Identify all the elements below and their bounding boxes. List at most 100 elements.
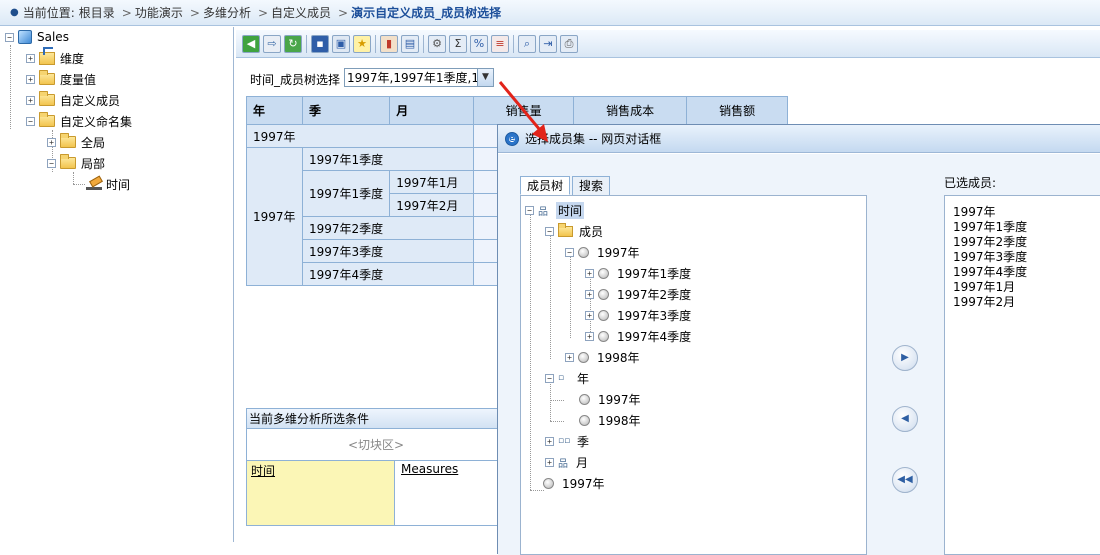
table-icon[interactable]: ▤ <box>401 34 419 53</box>
breadcrumb-item-custom-member[interactable]: 自定义成员 <box>271 4 331 21</box>
member-node-1997-bottom[interactable]: 1997年 <box>543 473 605 493</box>
level-node-year[interactable]: − ▫ 年 <box>545 368 589 388</box>
row-header-quarter[interactable]: 1997年3季度 <box>301 239 475 263</box>
expand-icon[interactable]: + <box>545 436 554 446</box>
expand-icon[interactable]: + <box>545 457 554 467</box>
member-node-quarter[interactable]: + 1997年1季度 <box>585 263 691 283</box>
member-node-time[interactable]: − 时间 <box>525 200 585 220</box>
tab-member-tree[interactable]: 成员树 <box>520 176 571 195</box>
row-header-year-total[interactable]: 1997年 <box>245 124 475 148</box>
favorite-icon[interactable]: ★ <box>353 34 371 53</box>
member-node-1998[interactable]: + 1998年 <box>565 347 640 367</box>
row-header-quarter[interactable]: 1997年4季度 <box>301 262 475 286</box>
tab-search[interactable]: 搜索 <box>572 176 611 195</box>
tree-node-sales[interactable]: − Sales <box>5 27 69 47</box>
collapse-icon[interactable]: − <box>26 116 35 126</box>
list-item[interactable]: 1997年2月 <box>953 295 1100 310</box>
print-icon[interactable]: ⎙ <box>560 34 578 53</box>
member-icon <box>579 393 590 405</box>
row-header-quarter[interactable]: 1997年1季度 <box>301 170 391 217</box>
tree-node-custom-members[interactable]: + 自定义成员 <box>26 90 120 110</box>
save-as-icon[interactable]: ▣ <box>332 34 350 53</box>
chevron-down-icon[interactable]: ▼ <box>477 69 493 86</box>
axis-link-time[interactable]: 时间 <box>251 464 275 478</box>
axis-zone-time[interactable]: 时间 <box>247 461 395 525</box>
axis-link-measures[interactable]: Measures <box>401 462 458 476</box>
collapse-icon[interactable]: − <box>525 205 534 215</box>
save-icon[interactable]: ▪ <box>311 34 329 53</box>
list-item[interactable]: 1997年1月 <box>953 280 1100 295</box>
add-member-button[interactable]: ▶ <box>892 345 918 371</box>
member-node-1997[interactable]: − 1997年 <box>565 242 640 262</box>
list-item[interactable]: 1997年1季度 <box>953 220 1100 235</box>
row-header-quarter[interactable]: 1997年1季度 <box>301 147 475 171</box>
row-header-quarter[interactable]: 1997年2季度 <box>301 216 475 240</box>
member-node-members[interactable]: − 成员 <box>545 221 603 241</box>
breadcrumb-item-demo[interactable]: 功能演示 <box>135 4 183 21</box>
tree-node-local[interactable]: − 局部 <box>47 153 105 173</box>
expand-icon[interactable]: + <box>26 53 35 63</box>
axis-zone-measures[interactable]: Measures <box>395 461 505 525</box>
sum-icon[interactable]: Σ <box>449 34 467 53</box>
expand-icon[interactable]: + <box>585 310 594 320</box>
level-node-quarter[interactable]: + ▫▫ 季 <box>545 431 589 451</box>
expand-icon[interactable]: + <box>565 352 574 362</box>
tree-node-measures[interactable]: + 度量值 <box>26 69 96 89</box>
member-node-quarter[interactable]: + 1997年4季度 <box>585 326 691 346</box>
header-sales-amount[interactable]: 销售额 <box>686 96 789 125</box>
tree-node-global[interactable]: + 全局 <box>47 132 105 152</box>
row-header-month[interactable]: 1997年2月 <box>389 193 475 217</box>
dialog-titlebar[interactable]: e 选择成员集 -- 网页对话框 <box>498 125 1100 153</box>
settings-icon[interactable]: ⚙ <box>428 34 446 53</box>
collapse-icon[interactable]: − <box>5 32 14 42</box>
member-node-quarter[interactable]: + 1997年2季度 <box>585 284 691 304</box>
list-item[interactable]: 1997年3季度 <box>953 250 1100 265</box>
expand-icon[interactable]: + <box>26 74 35 84</box>
remove-member-button[interactable]: ◀ <box>892 406 918 432</box>
export-icon[interactable]: ⇥ <box>539 34 557 53</box>
collapse-icon[interactable]: − <box>47 158 56 168</box>
row-header-month[interactable]: 1997年1月 <box>389 170 475 194</box>
header-quarter[interactable]: 季 <box>301 96 391 125</box>
collapse-icon[interactable]: − <box>545 226 554 236</box>
member-node-quarter[interactable]: + 1997年3季度 <box>585 305 691 325</box>
member-node-level-year[interactable]: 1997年 <box>579 389 641 409</box>
slice-zone[interactable]: <切块区> <box>247 429 505 461</box>
expand-icon[interactable]: + <box>585 289 594 299</box>
row-header-year[interactable]: 1997年 <box>246 147 303 286</box>
time-select-value: 1997年,1997年1季度,19 <box>347 71 477 85</box>
list-item[interactable]: 1997年4季度 <box>953 265 1100 280</box>
member-label: 1997年 <box>597 245 640 260</box>
member-node-level-year[interactable]: 1998年 <box>579 410 641 430</box>
calculate-icon[interactable]: % <box>470 34 488 53</box>
tree-node-time-set[interactable]: 时间 <box>86 174 130 194</box>
filter-icon[interactable]: ≡ <box>491 34 509 53</box>
breadcrumb-separator: > <box>189 5 200 20</box>
chart-icon[interactable]: ▮ <box>380 34 398 53</box>
list-item[interactable]: 1997年2季度 <box>953 235 1100 250</box>
refresh-icon[interactable]: ↻ <box>284 34 302 53</box>
time-member-select[interactable]: 1997年,1997年1季度,19 ▼ <box>344 68 494 87</box>
back-icon[interactable]: ◀ <box>242 34 260 53</box>
breadcrumb-item-root[interactable]: 根目录 <box>79 4 115 21</box>
expand-icon[interactable]: + <box>585 268 594 278</box>
collapse-icon[interactable]: − <box>565 247 574 257</box>
breadcrumb-item-olap[interactable]: 多维分析 <box>203 4 251 21</box>
tree-label: 局部 <box>81 156 106 171</box>
tree-node-named-sets[interactable]: − 自定义命名集 <box>26 111 132 131</box>
header-month[interactable]: 月 <box>389 96 475 125</box>
search-icon[interactable]: ⌕ <box>518 34 536 53</box>
expand-icon[interactable]: + <box>585 331 594 341</box>
remove-all-button[interactable]: ◀◀ <box>892 467 918 493</box>
header-sales-cost[interactable]: 销售成本 <box>573 96 688 125</box>
forward-icon[interactable]: ⇨ <box>263 34 281 53</box>
list-item[interactable]: 1997年 <box>953 205 1100 220</box>
tree-node-dimensions[interactable]: + 维度 <box>26 46 84 68</box>
tree-label-sales: Sales <box>37 30 69 44</box>
level-node-month[interactable]: + 月 <box>545 452 588 472</box>
collapse-icon[interactable]: − <box>545 373 554 383</box>
expand-icon[interactable]: + <box>26 95 35 105</box>
header-year[interactable]: 年 <box>246 96 303 125</box>
expand-icon[interactable]: + <box>47 137 56 147</box>
folder-icon <box>60 154 76 169</box>
